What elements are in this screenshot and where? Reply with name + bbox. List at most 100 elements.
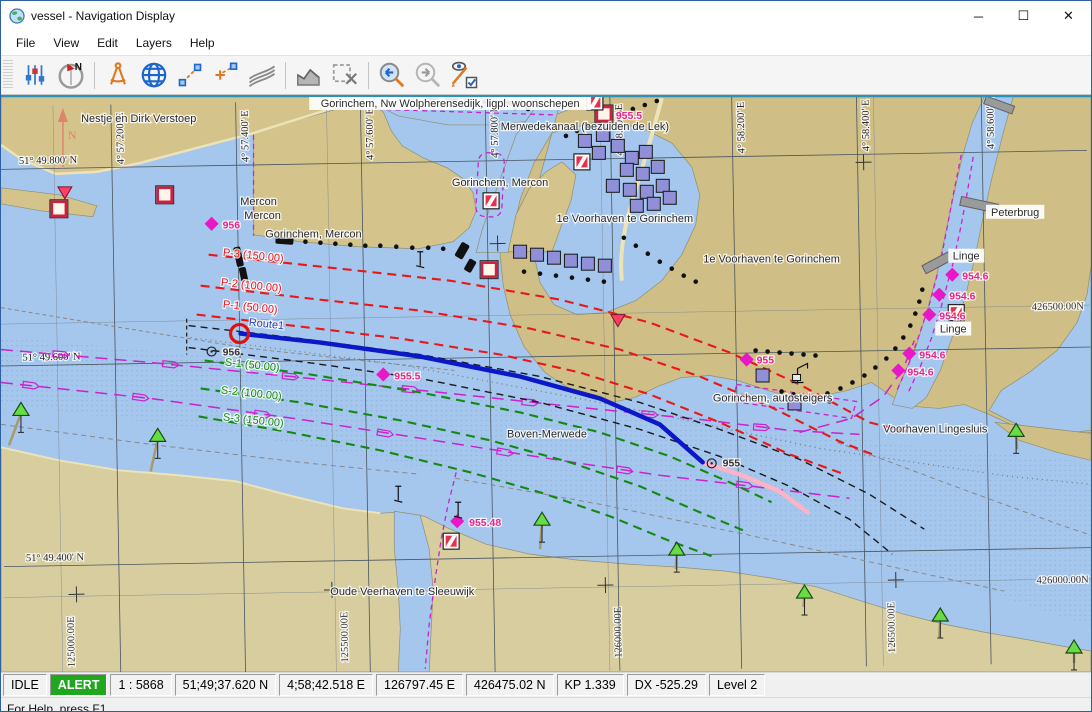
drafting-compass-button[interactable] <box>100 59 136 91</box>
status-idle: IDLE <box>3 674 47 696</box>
moored-vessel-icon <box>636 167 649 180</box>
svg-text:51° 49.600' N: 51° 49.600' N <box>22 352 81 364</box>
place-label: Linge <box>953 251 980 263</box>
marker-label: 954.6 <box>939 312 965 323</box>
layer-sliders-icon <box>22 62 48 88</box>
toolbar-separator <box>368 62 369 89</box>
display-settings-icon <box>449 60 479 90</box>
moored-vessel-icon <box>611 139 624 152</box>
svg-text:125500.00E: 125500.00E <box>339 612 351 663</box>
svg-text:426500.00N: 426500.00N <box>1032 301 1085 313</box>
moored-vessel-icon <box>639 145 652 158</box>
status-1-5868: 1 : 5868 <box>110 674 171 696</box>
toolbar-separator <box>285 62 286 89</box>
menu-item-edit[interactable]: Edit <box>88 33 127 53</box>
moored-vessel-icon <box>625 151 638 164</box>
app-globe-icon <box>9 8 25 24</box>
moored-vessel-icon <box>514 245 527 258</box>
marker-label: 955 <box>723 458 741 469</box>
moored-vessel-icon <box>581 257 594 270</box>
layer-sliders-button[interactable] <box>17 59 53 91</box>
moored-vessel-icon <box>606 179 619 192</box>
north-compass-button[interactable]: N <box>53 59 89 91</box>
moored-vessel-icon <box>640 185 653 198</box>
marker-label: 954.6 <box>949 292 975 303</box>
moored-vessel-icon <box>620 163 633 176</box>
globe-button[interactable] <box>136 59 172 91</box>
drafting-compass-icon <box>104 61 132 89</box>
application-window: vessel - Navigation Display ─ ☐ ✕ FileVi… <box>0 0 1092 712</box>
toolbar: N <box>1 55 1091 95</box>
close-button[interactable]: ✕ <box>1046 2 1091 30</box>
menu-bar: FileViewEditLayersHelp <box>1 31 1091 55</box>
svg-text:51° 49.800' N: 51° 49.800' N <box>19 155 78 167</box>
marker-label: 955.5 <box>394 371 420 382</box>
moored-vessel-icon <box>651 160 664 173</box>
zoom-previous-icon <box>377 60 407 90</box>
display-settings-button[interactable] <box>446 59 482 91</box>
clear-selection-button[interactable] <box>327 59 363 91</box>
berth-mark-icon <box>482 263 496 277</box>
marker-label: 956 <box>223 221 241 232</box>
place-label: Oude Veerhaven te Sleeuwijk <box>330 586 474 598</box>
moored-vessel-icon <box>656 179 669 192</box>
zoom-previous-button[interactable] <box>374 59 410 91</box>
toolbar-separator <box>94 62 95 89</box>
place-label: Gorinchem, autosteigers <box>713 392 833 404</box>
currents-icon <box>247 60 277 90</box>
measure-distance-icon <box>176 61 204 89</box>
status-126797-45-e: 126797.45 E <box>376 674 463 696</box>
minimize-button[interactable]: ─ <box>956 2 1001 30</box>
svg-text:4° 57.400' E: 4° 57.400' E <box>240 110 252 162</box>
help-text: For Help, press F1 <box>7 702 106 712</box>
moored-vessel-icon <box>623 183 636 196</box>
status-level-2: Level 2 <box>709 674 765 696</box>
place-label: Peterbrug <box>991 207 1039 219</box>
marker-label: 954.6 <box>919 351 945 362</box>
svg-text:125000.00E: 125000.00E <box>66 616 78 667</box>
moored-vessel-icon <box>647 197 660 210</box>
berth-mark-icon <box>52 202 66 216</box>
place-label: Boven-Merwede <box>507 428 587 440</box>
place-label: Gorinchem, Mercon <box>452 177 548 189</box>
currents-button[interactable] <box>244 59 280 91</box>
svg-text:426000.00N: 426000.00N <box>1037 575 1090 587</box>
window-title: vessel - Navigation Display <box>31 9 956 23</box>
status-kp-1-339: KP 1.339 <box>557 674 624 696</box>
place-label: Merwedekanaal (bezuiden de Lek) <box>501 121 669 133</box>
globe-icon <box>139 60 169 90</box>
help-bar: For Help, press F1 <box>1 697 1091 712</box>
svg-text:N: N <box>68 128 77 142</box>
map-area[interactable]: N 125000.00E125500.00E126000.00E126500.0… <box>1 95 1091 672</box>
navigation-chart[interactable]: N 125000.00E125500.00E126000.00E126500.0… <box>1 97 1091 672</box>
profile-graph-button[interactable] <box>291 59 327 91</box>
measure-points-icon <box>212 61 240 89</box>
svg-text:4° 57.600' E: 4° 57.600' E <box>364 108 376 160</box>
measure-points-button[interactable] <box>208 59 244 91</box>
status-426475-02-n: 426475.02 N <box>466 674 554 696</box>
place-label: Mercon <box>244 210 281 222</box>
place-label: Gorinchem, Nw Wolpherensedijk, ligpl. wo… <box>321 98 580 110</box>
moored-vessel-icon <box>564 254 577 267</box>
marker-label: 955.48 <box>469 518 501 529</box>
moored-vessel-icon <box>547 251 560 264</box>
toolbar-gripper[interactable] <box>3 60 13 90</box>
menu-item-layers[interactable]: Layers <box>127 33 181 53</box>
menu-item-help[interactable]: Help <box>181 33 224 53</box>
moored-vessel-icon <box>756 369 769 382</box>
place-label: 1e Voorhaven te Gorinchem <box>703 254 840 266</box>
measure-distance-button[interactable] <box>172 59 208 91</box>
svg-text:4° 58.400' E: 4° 58.400' E <box>860 99 872 151</box>
marker-label: 956 <box>223 348 241 359</box>
status-alert: ALERT <box>50 674 108 696</box>
menu-item-view[interactable]: View <box>44 33 88 53</box>
zoom-next-button[interactable] <box>410 59 446 91</box>
marker-label: 955.5 <box>616 111 642 122</box>
menu-item-file[interactable]: File <box>7 33 44 53</box>
profile-graph-icon <box>294 60 324 90</box>
status-dx-525-29: DX -525.29 <box>627 674 706 696</box>
maximize-button[interactable]: ☐ <box>1001 2 1046 30</box>
place-label: 1e Voorhaven te Gorinchem <box>557 213 694 225</box>
svg-text:N: N <box>75 62 82 73</box>
title-bar: vessel - Navigation Display ─ ☐ ✕ <box>1 1 1091 31</box>
